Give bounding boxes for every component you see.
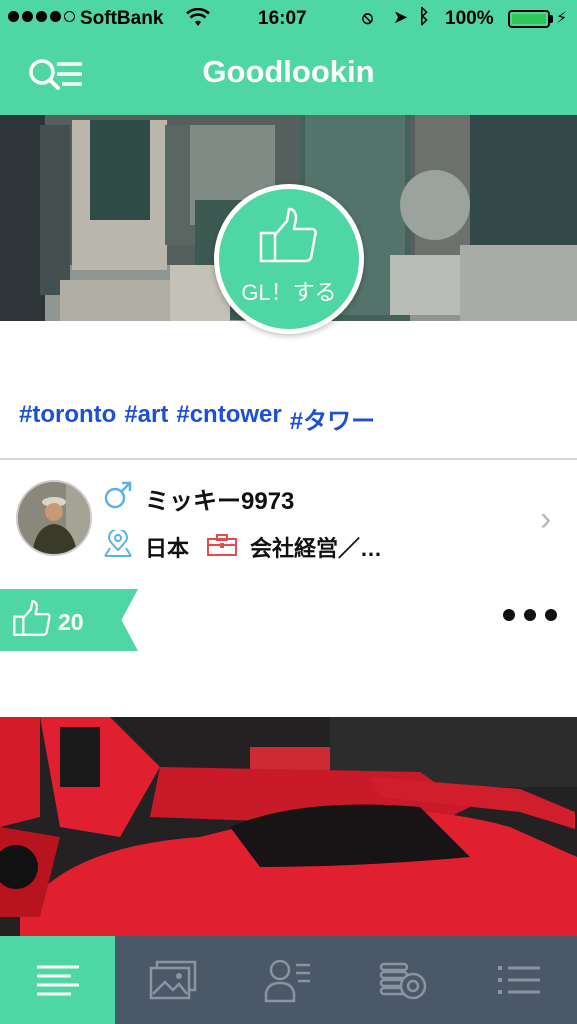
tab-timeline[interactable] — [0, 936, 116, 1024]
tab-bar — [0, 936, 577, 1024]
user-country: 日本 — [145, 536, 190, 561]
more-options-button[interactable] — [500, 600, 560, 630]
post-photo[interactable] — [0, 717, 577, 936]
timeline-icon — [36, 965, 79, 996]
nav-bar: Goodlookin — [0, 40, 577, 115]
gl-button-label: GL！する — [241, 280, 337, 305]
charging-icon: ⚡ — [556, 10, 568, 27]
dot — [524, 609, 536, 621]
coin-stack-icon — [379, 962, 427, 1000]
avatar[interactable] — [16, 480, 92, 556]
car-photo-illustration — [0, 717, 577, 936]
signal-strength-icon — [8, 11, 75, 22]
bluetooth-icon: ᛒ — [418, 6, 430, 28]
avatar-photo — [18, 482, 90, 554]
location-arrow-icon: ➤ — [393, 7, 409, 27]
hashtag-link[interactable]: #cntower — [176, 401, 281, 436]
wifi-icon — [186, 7, 210, 34]
rotation-lock-icon: ⦸ — [362, 8, 374, 27]
battery-percent: 100% — [445, 8, 494, 29]
user-profile-row[interactable]: ミッキー9973 日本 会社経営／… › — [0, 460, 577, 578]
battery-icon — [508, 10, 550, 28]
list-icon — [498, 966, 541, 994]
carrier-name: SoftBank — [80, 8, 164, 29]
chevron-right-icon: › — [540, 500, 552, 538]
username: ミッキー9973 — [145, 488, 295, 515]
status-bar: SoftBank 16:07 ⦸ ➤ ᛒ 100% ⚡ — [0, 0, 577, 38]
briefcase-icon — [207, 534, 237, 561]
gl-like-button[interactable]: GL！する — [214, 184, 364, 334]
tab-gallery[interactable] — [115, 936, 230, 1024]
user-occupation: 会社経営／… — [250, 536, 383, 561]
profile-list-icon — [265, 959, 311, 1003]
likes-count-badge[interactable]: 20 — [0, 589, 138, 651]
likes-count: 20 — [58, 609, 84, 635]
hashtag-link[interactable]: #タワー — [290, 401, 375, 436]
thumbs-up-icon — [13, 600, 51, 636]
gallery-icon — [149, 960, 197, 1000]
tab-points[interactable] — [346, 936, 461, 1024]
male-icon — [103, 480, 133, 515]
dot — [545, 609, 557, 621]
dot — [503, 609, 515, 621]
hashtag-list: #toronto #art #cntower #タワー — [19, 401, 375, 436]
tab-list[interactable] — [462, 936, 577, 1024]
location-pin-icon — [103, 528, 133, 563]
hashtag-link[interactable]: #art — [124, 401, 168, 436]
hashtag-link[interactable]: #toronto — [19, 401, 116, 436]
tab-profile[interactable] — [231, 936, 346, 1024]
app-title: Goodlookin — [202, 54, 375, 89]
clock: 16:07 — [258, 8, 307, 29]
top-bar: SoftBank 16:07 ⦸ ➤ ᛒ 100% ⚡ Goodlookin — [0, 0, 577, 115]
thumbs-up-icon — [259, 207, 317, 263]
